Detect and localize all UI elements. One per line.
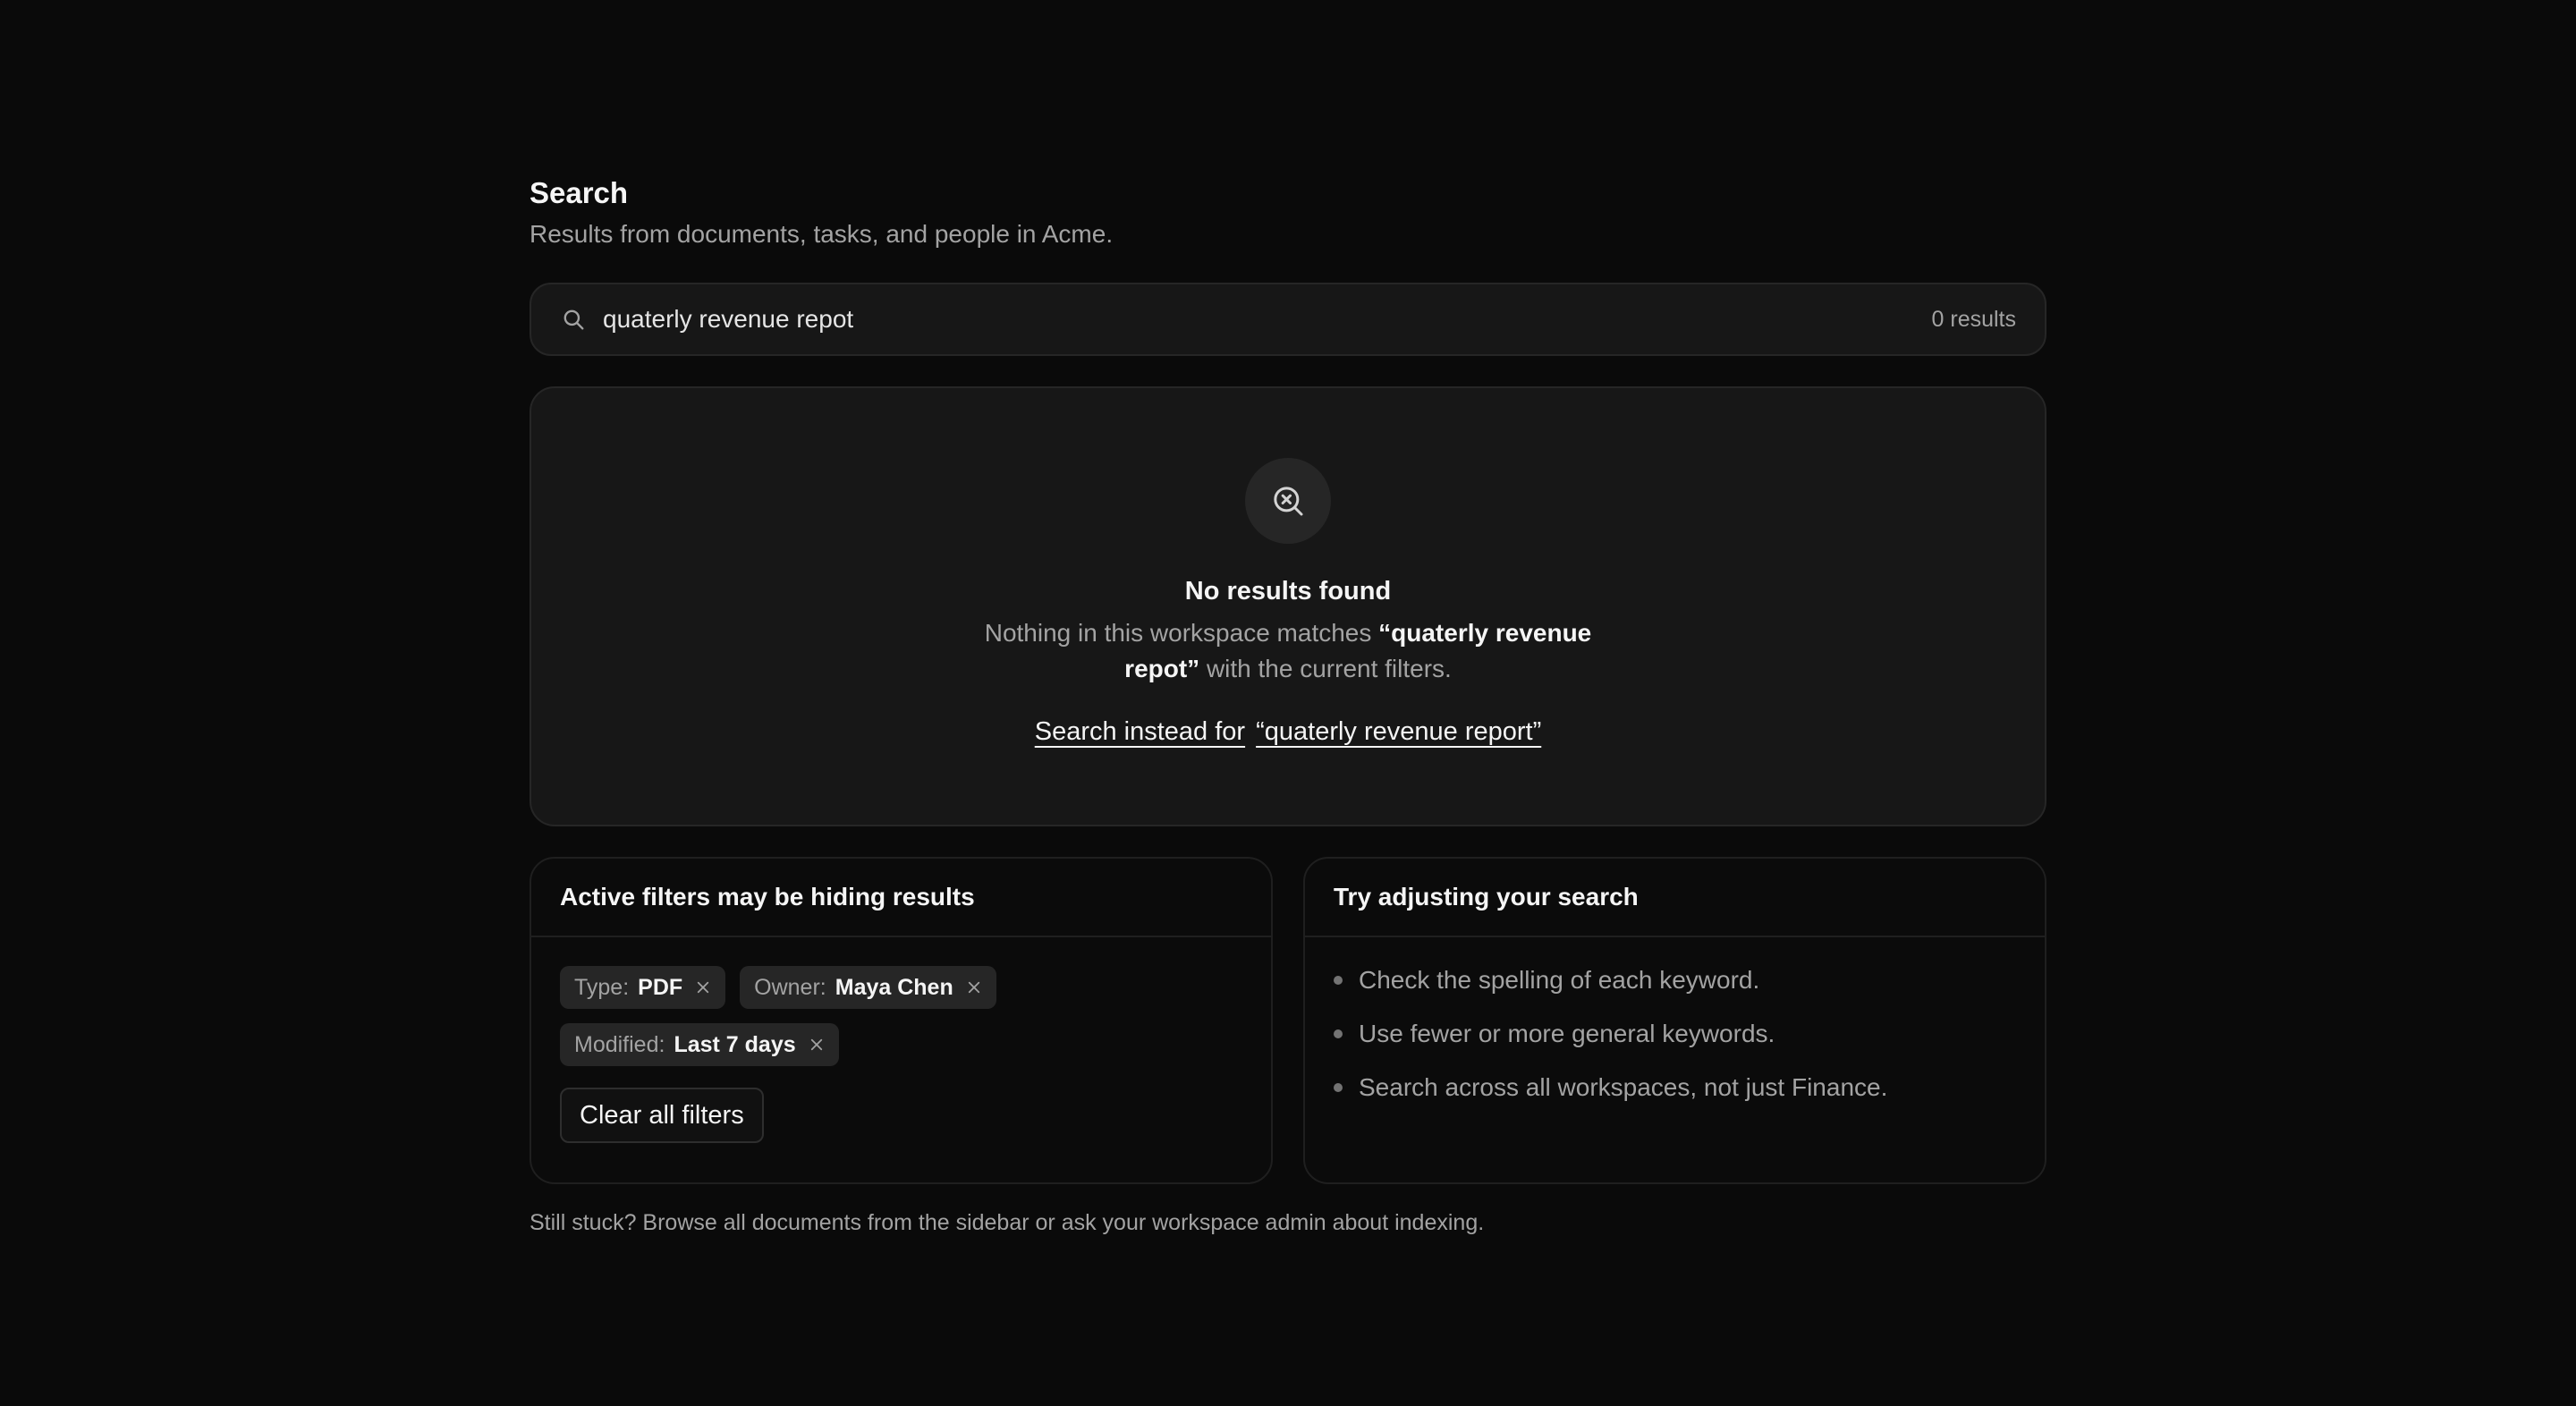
filter-chip-value: Maya Chen [835,974,953,1000]
active-filters-card: Active filters may be hiding results Typ… [530,857,1273,1184]
filter-chip-value: PDF [638,974,683,1000]
search-input[interactable] [603,305,1932,334]
tip-text: Use fewer or more general keywords. [1359,1020,1775,1047]
suggested-query-link[interactable]: “quaterly revenue report” [1256,717,1541,747]
page-subtitle: Results from documents, tasks, and peopl… [530,220,1114,248]
filter-chip-key: Modified: [574,1031,665,1057]
search-no-results-icon [1245,458,1331,544]
filter-chip-modified: Modified: Last 7 days [560,1023,839,1066]
bullet-icon [1334,1083,1343,1092]
filter-chip-key: Type: [574,974,630,1000]
search-tips-card: Try adjusting your search Check the spel… [1303,857,2046,1184]
tip-text: Search across all workspaces, not just F… [1359,1073,1888,1101]
filter-chips: Type: PDF Owner: Maya Chen Modified: Las… [560,966,1061,1066]
active-filters-title: Active filters may be hiding results [531,859,1271,937]
result-count: 0 results [1931,306,2016,332]
footer-note: Still stuck? Browse all documents from t… [530,1210,1485,1235]
empty-desc-after: with the current filters. [1199,655,1452,682]
filter-chip-key: Owner: [754,974,826,1000]
search-instead-link[interactable]: Search instead for [1035,717,1245,747]
empty-desc-before: Nothing in this workspace matches [984,619,1379,647]
bullet-icon [1334,976,1343,985]
list-item: Check the spelling of each keyword. [1334,962,2016,998]
remove-filter-icon[interactable] [966,979,982,995]
help-cards: Active filters may be hiding results Typ… [530,857,2046,1184]
clear-all-filters-button[interactable]: Clear all filters [560,1088,764,1143]
search-page: Search Results from documents, tasks, an… [530,175,2046,1238]
search-icon [560,306,587,333]
list-item: Use fewer or more general keywords. [1334,1016,2016,1052]
list-item: Search across all workspaces, not just F… [1334,1070,2016,1105]
filter-chip-owner: Owner: Maya Chen [740,966,996,1009]
remove-filter-icon[interactable] [695,979,711,995]
spelling-suggestion: Search instead for “quaterly revenue rep… [1035,717,1542,747]
filter-chip-type: Type: PDF [560,966,726,1009]
empty-state-card: No results found Nothing in this workspa… [530,386,2046,826]
page-title: Search [530,176,629,209]
search-tips-title: Try adjusting your search [1305,859,2045,937]
filter-chip-value: Last 7 days [674,1031,796,1057]
bullet-icon [1334,1029,1343,1038]
search-tips-list: Check the spelling of each keyword. Use … [1334,962,2016,1105]
tip-text: Check the spelling of each keyword. [1359,966,1760,994]
empty-state-description: Nothing in this workspace matches “quate… [957,615,1619,687]
remove-filter-icon[interactable] [809,1037,825,1053]
empty-state-title: No results found [1184,577,1392,606]
search-bar[interactable]: 0 results [530,283,2046,356]
